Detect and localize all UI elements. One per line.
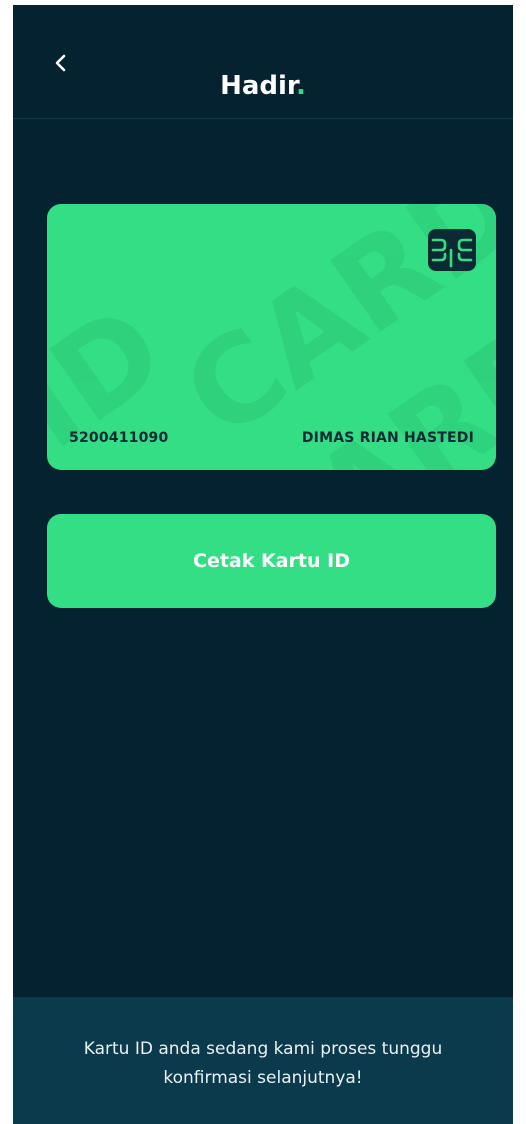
card-holder-name: DIMAS RIAN HASTEDI [301, 430, 474, 446]
app-header: Hadir. [13, 5, 513, 119]
app-title: Hadir. [13, 69, 513, 103]
sim-chip-icon [428, 229, 476, 271]
print-id-card-button[interactable]: Cetak Kartu ID [47, 514, 496, 608]
app-title-text: Hadir [220, 71, 297, 101]
app-screen: Hadir. ID CARD CARD ID 5200411090 DIMAS … [13, 5, 513, 1124]
id-card: ID CARD CARD ID 5200411090 DIMAS RIAN HA… [47, 204, 496, 470]
status-footer: Kartu ID anda sedang kami proses tunggu … [13, 997, 513, 1124]
card-number: 5200411090 [69, 430, 169, 446]
status-message: Kartu ID anda sedang kami proses tunggu … [83, 1039, 443, 1088]
app-title-dot: . [296, 71, 306, 101]
